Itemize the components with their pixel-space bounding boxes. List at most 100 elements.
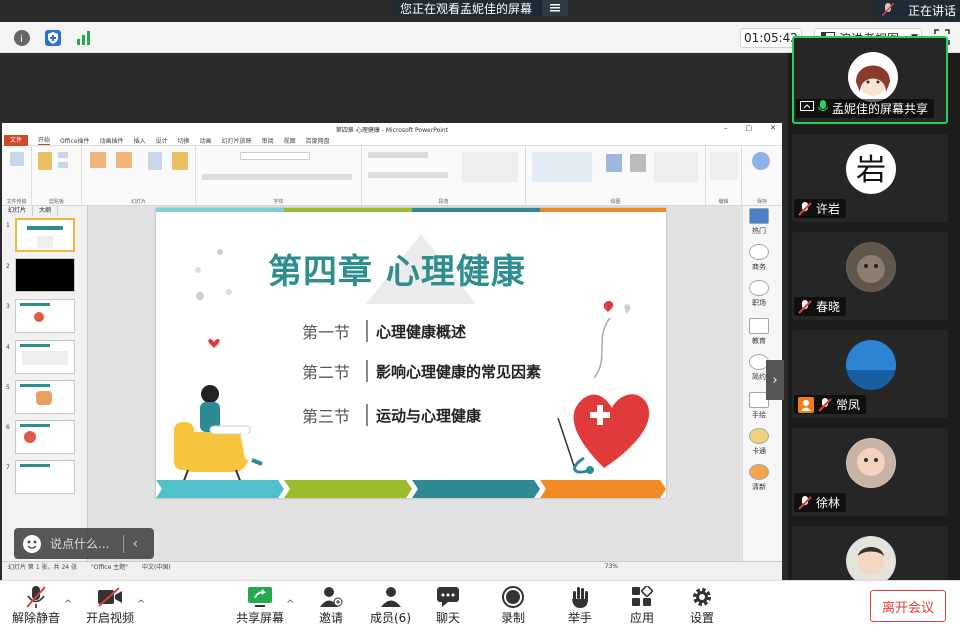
chat-button[interactable]: 聊天 [435,585,461,626]
ribbon-label: 编辑 [718,199,729,205]
ribbon-group-font: 字体 [196,146,362,206]
thumb-number: 6 [6,424,10,431]
slide-thumbnail[interactable] [15,258,75,292]
members-label: 成员(6) [370,611,411,625]
slide-thumbnail[interactable] [15,460,75,494]
tab-transitions[interactable]: 切换 [178,136,190,145]
participant-tile[interactable]: 孟妮佳的屏幕共享 [792,36,948,124]
current-slide: 第四章 心理健康 第一节 心理健康概述 第二节 影响心理健康的常见因素 第三节 运动与… [156,208,666,498]
thumb-number: 2 [6,263,10,270]
apps-label: 应用 [629,611,654,625]
chat-label: 聊天 [435,611,460,625]
speaking-indicator: 正在讲话 [872,0,960,20]
tab-insert[interactable]: 插入 [134,136,146,145]
minimize-icon[interactable]: – [724,124,728,132]
mic-off-icon [798,495,812,510]
ribbon-group-editing: 编辑 [706,146,742,206]
participant-name-tag: 徐林 [794,493,847,512]
meeting-bottom-toolbar: 解除静音 ^ 开启视频 ^ 共享屏幕 ^ 邀请 成员(6) 聊天 录制 举手 应… [0,580,960,628]
mic-off-icon [23,585,49,609]
raise-hand-icon [567,585,593,609]
mic-off-icon [882,3,894,17]
apps-button[interactable]: 应用 [629,585,655,626]
tab-review[interactable]: 审阅 [262,136,274,145]
participant-tile[interactable]: 常凤 [792,330,948,418]
category-fresh[interactable]: 清新 [747,464,771,492]
video-off-icon [97,585,123,609]
participant-name: 常凤 [836,398,861,412]
participant-tile[interactable]: 徐林 [792,428,948,516]
category-label: 清新 [752,483,766,491]
video-options-chevron-icon[interactable]: ^ [137,599,145,610]
record-icon [500,585,526,609]
svg-text:岩: 岩 [856,153,886,188]
participant-name: 孟妮佳的屏幕共享 [832,102,929,116]
category-cartoon[interactable]: 卡通 [747,428,771,456]
category-education[interactable]: 教育 [747,318,771,346]
tab-animation-plugin[interactable]: 动画插件 [100,136,124,145]
tab-animations[interactable]: 动画 [200,136,212,145]
close-icon[interactable]: ✕ [770,124,776,132]
ribbon-label: 保存 [756,199,767,205]
tab-design[interactable]: 设计 [156,136,168,145]
slide-thumbnail[interactable] [15,340,75,374]
language: 中文(中国) [141,563,171,571]
tab-slides[interactable]: 幻灯片 [2,206,34,216]
mic-off-icon [818,397,832,412]
tab-baidu-pan[interactable]: 百度网盘 [306,136,330,145]
section-row: 第一节 心理健康概述 [302,320,466,342]
ribbon-group-drawing: 绘图 [526,146,706,206]
leave-meeting-button[interactable]: 离开会议 [870,590,946,622]
participant-name: 徐林 [816,496,841,510]
tab-outline[interactable]: 大纲 [33,206,59,216]
banner-menu-icon[interactable] [542,0,568,16]
participant-tile[interactable]: 岩 许岩 [792,134,948,222]
participant-tile[interactable] [792,526,948,586]
tab-slideshow[interactable]: 幻灯片放映 [222,136,252,145]
invite-button[interactable]: 邀请 [318,585,344,626]
shared-screen-area: 第四章 心理健康 - Microsoft PowerPoint – □ ✕ 文件… [0,53,784,583]
shield-icon[interactable] [45,30,61,46]
slide-thumbnail[interactable] [15,420,75,454]
slide-thumbnail[interactable] [15,218,75,252]
ppt-status-bar: 幻灯片 第 1 张，共 24 张 "Office 主题" 中文(中国) 73% [2,561,782,571]
avatar [848,52,898,102]
settings-button[interactable]: 设置 [689,585,715,626]
share-options-chevron-icon[interactable]: ^ [286,599,294,610]
audio-options-chevron-icon[interactable]: ^ [64,599,72,610]
raise-hand-button[interactable]: 举手 [567,585,593,626]
share-screen-button[interactable]: 共享屏幕 [236,585,284,626]
participant-tile[interactable]: 春晓 [792,232,948,320]
tab-home[interactable]: 开始 [38,135,51,145]
tab-file[interactable]: 文件 [4,134,29,146]
category-hot[interactable]: 热门 [747,208,771,236]
category-workplace[interactable]: 职场 [747,280,771,308]
ppt-ribbon: 文件传输 剪贴板 幻灯片 字体 段落 绘图 编辑 保存 [2,146,782,206]
slide-thumbnail[interactable] [15,380,75,414]
category-business[interactable]: 商务 [747,244,771,272]
apps-icon [629,585,655,609]
ribbon-label: 段落 [438,199,449,205]
category-label: 简约 [752,373,766,381]
gallery-toggle-icon[interactable]: › [766,360,784,400]
slide-thumbnail[interactable] [15,299,75,333]
tab-office-plugin[interactable]: Office插件 [60,136,90,145]
maximize-icon[interactable]: □ [746,124,753,132]
participant-name-tag: 许岩 [794,199,847,218]
start-video-button[interactable]: 开启视频 [86,585,134,626]
top-color-strip [156,208,666,212]
chat-input-bar[interactable]: 说点什么... ‹ [14,528,154,559]
record-button[interactable]: 录制 [500,585,526,626]
signal-icon[interactable] [76,30,92,46]
tab-view[interactable]: 视图 [284,136,296,145]
info-icon[interactable]: i [14,30,30,46]
collapse-chat-icon[interactable]: ‹ [132,536,138,552]
emoji-icon[interactable] [23,534,41,553]
section-title: 心理健康概述 [376,322,467,341]
members-button[interactable]: 成员(6) [370,585,411,626]
avatar [846,536,896,586]
chat-placeholder[interactable]: 说点什么... [50,535,109,552]
unmute-button[interactable]: 解除静音 [12,585,60,626]
theme-name: "Office 主题" [91,563,128,571]
category-label: 教育 [752,337,766,345]
